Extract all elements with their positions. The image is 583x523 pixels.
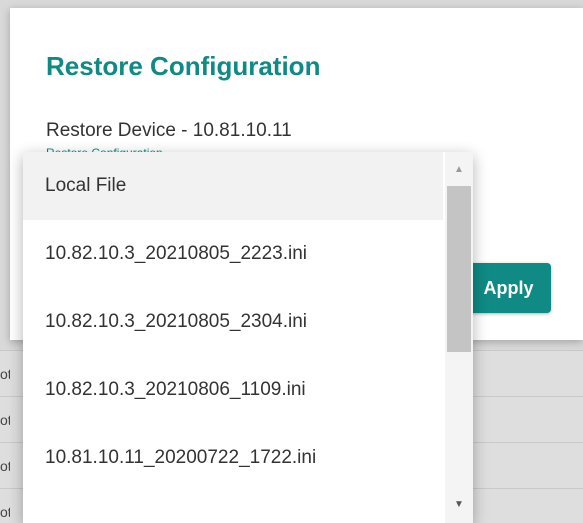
dropdown-scrollbar[interactable]: ▲ ▼ xyxy=(445,152,473,523)
scrollbar-thumb[interactable] xyxy=(447,186,471,352)
dropdown-option[interactable]: 10.82.10.3_20210805_2223.ini xyxy=(23,220,443,288)
configuration-file-dropdown[interactable]: Local File 10.82.10.3_20210805_2223.ini … xyxy=(23,152,473,523)
restore-device-label: Restore Device - 10.81.10.11 xyxy=(46,120,292,141)
apply-button[interactable]: Apply xyxy=(466,263,551,313)
table-cell-fragment: ot xyxy=(0,412,10,428)
screen: ot ot ot ot Restore Configuration Restor… xyxy=(0,0,583,523)
triangle-down-icon[interactable]: ▼ xyxy=(445,495,473,515)
dialog-title: Restore Configuration xyxy=(46,51,321,81)
dropdown-option-local-file[interactable]: Local File xyxy=(23,152,443,220)
dropdown-option[interactable]: 10.82.10.3_20210806_1109.ini xyxy=(23,356,443,424)
table-cell-fragment: ot xyxy=(0,458,10,474)
dropdown-option[interactable]: 10.82.10.3_20210805_2304.ini xyxy=(23,288,443,356)
triangle-up-icon[interactable]: ▲ xyxy=(445,160,473,180)
table-cell-fragment: ot xyxy=(0,366,10,382)
dropdown-option[interactable]: 10.81.10.11_20200722_1722.ini xyxy=(23,424,443,492)
table-cell-fragment: ot xyxy=(0,504,10,520)
